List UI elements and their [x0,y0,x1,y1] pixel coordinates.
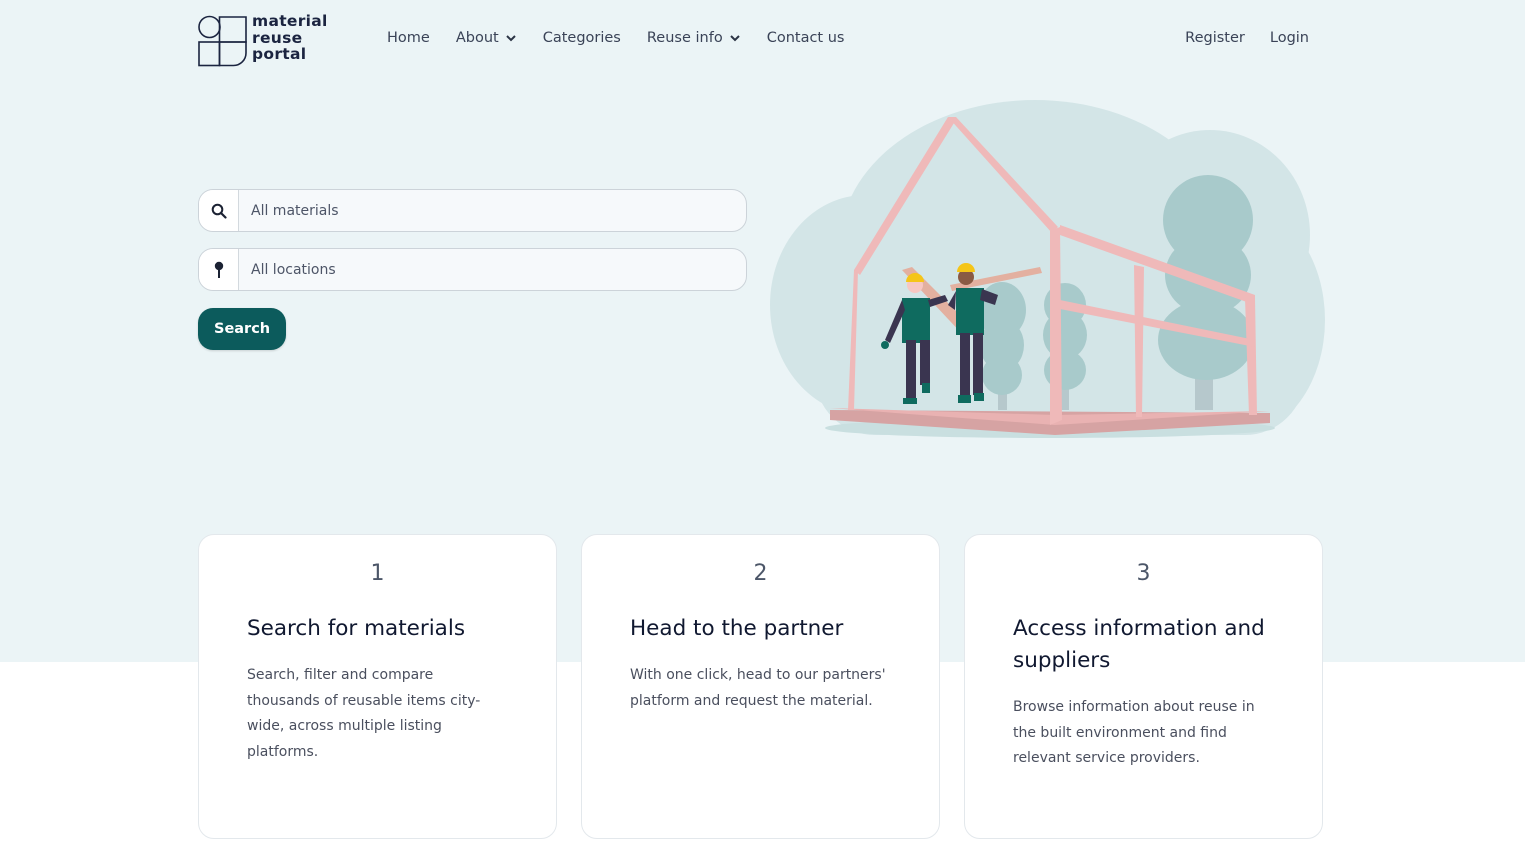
logo-line: portal [252,45,307,63]
nav-categories[interactable]: Categories [543,30,621,46]
logo-line: reuse [252,28,303,47]
nav-label: Contact us [766,30,845,46]
nav-label: Categories [542,30,621,46]
step-description: With one click, head to our partners' pl… [630,667,886,709]
step-title: Access information and suppliers [1013,616,1265,673]
materials-input-group [198,189,747,232]
chevron-down-icon [505,35,516,42]
login-link[interactable]: Login [1270,30,1309,46]
site-header: material reuse portal Home About Categor… [0,0,1525,80]
search-icon [199,190,239,231]
step-card: 1 Search for materials Search, filter an… [198,534,557,839]
step-title: Search for materials [247,616,466,641]
search-form: Search [198,189,747,350]
hero-illustration [770,95,1330,445]
materials-input[interactable] [239,190,746,231]
step-number: 2 [753,561,768,586]
chevron-down-icon [729,35,740,42]
nav-contact[interactable]: Contact us [767,30,845,46]
step-description: Search, filter and compare thousands of … [247,667,481,760]
locations-input-group [198,248,747,291]
step-number: 1 [370,561,385,586]
auth-links: Register Login [1160,30,1309,46]
steps-section: 1 Search for materials Search, filter an… [198,534,1323,839]
nav-label: Reuse info [646,30,723,46]
register-link[interactable]: Register [1185,30,1245,46]
step-card: 3 Access information and suppliers Brows… [964,534,1323,839]
nav-label: About [455,30,499,46]
step-number: 3 [1136,561,1151,586]
logo-text: material reuse portal [252,13,328,63]
map-pin-icon [199,249,239,290]
step-title: Head to the partner [630,616,844,641]
step-card: 2 Head to the partner With one click, he… [581,534,940,839]
step-description: Browse information about reuse in the bu… [1013,699,1255,766]
logo-line: material [252,12,328,30]
nav-reuse-info[interactable]: Reuse info [647,30,741,46]
locations-input[interactable] [239,249,746,290]
logo-icon [198,15,247,67]
logo-link[interactable]: material reuse portal [198,13,338,67]
main-nav: Home About Categories Reuse info Contact… [387,30,870,46]
search-button[interactable]: Search [198,308,287,350]
nav-label: Home [387,30,430,46]
nav-about[interactable]: About [456,30,517,46]
nav-home[interactable]: Home [387,30,430,46]
